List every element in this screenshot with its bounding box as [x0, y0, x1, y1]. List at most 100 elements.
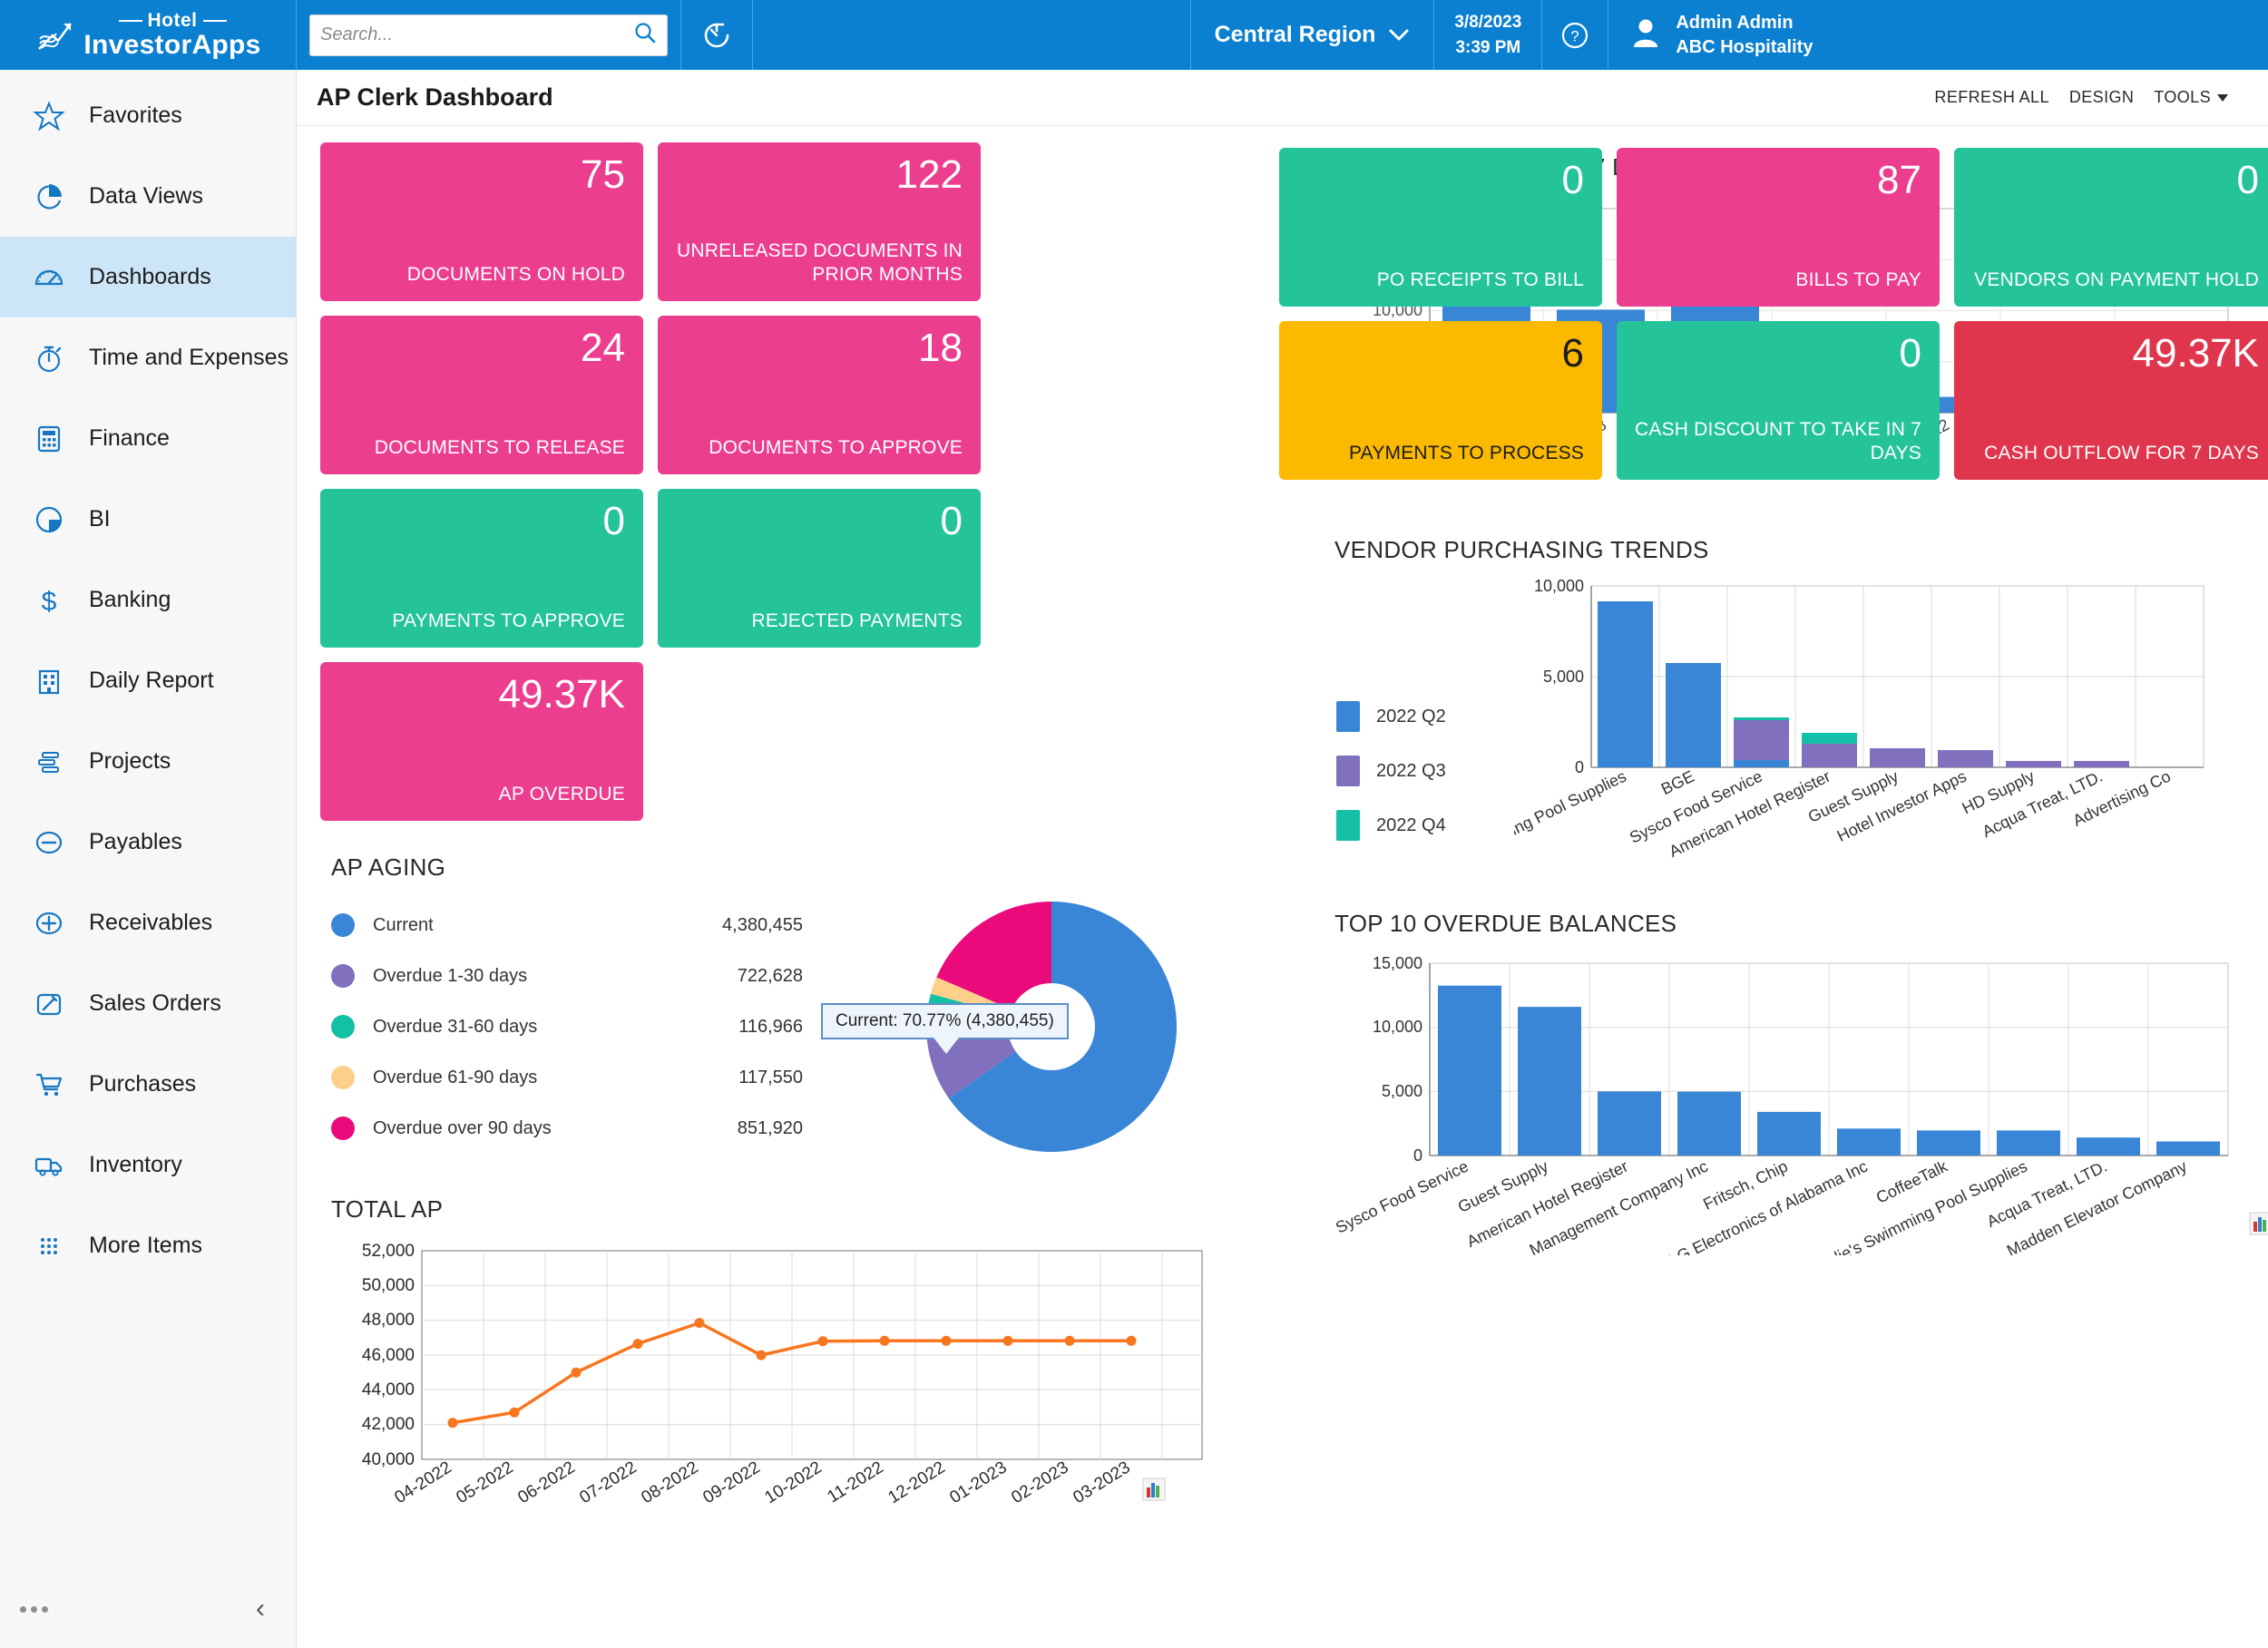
region-label: Central Region: [1214, 22, 1376, 47]
sidebar-item-more-items[interactable]: More Items: [0, 1205, 296, 1286]
legend-item[interactable]: Overdue 61-90 days 117,550: [331, 1052, 803, 1103]
sidebar-item-data-views[interactable]: Data Views: [0, 156, 296, 237]
sidebar-item-projects[interactable]: Projects: [0, 721, 296, 802]
refresh-all-button[interactable]: REFRESH ALL: [1934, 88, 2048, 107]
sidebar-footer: ‹: [0, 1570, 296, 1648]
section-title-ap-aging: AP AGING: [331, 853, 446, 881]
kpi-value: 87: [1877, 158, 1921, 202]
svg-text:10,000: 10,000: [1534, 577, 1584, 595]
vendor-trends-legend: 2022 Q2 2022 Q3 2022 Q4: [1324, 573, 1514, 853]
ap-aging-tooltip: Current: 70.77% (4,380,455): [821, 1003, 1069, 1054]
top-10-overdue-balances-chart[interactable]: 15,000 10,000 5,000 0 Sysco Food Service…: [1333, 947, 2268, 1278]
chart-type-icon[interactable]: [1142, 1475, 1166, 1502]
kpi-tile[interactable]: 49.37K CASH OUTFLOW FOR 7 DAYS: [1954, 321, 2268, 480]
vendor-trends-plot[interactable]: 10,000 5,000 0 ...ing Pool Supplies BGE …: [1495, 573, 2240, 877]
recent-history-clock-icon[interactable]: [681, 0, 752, 70]
ellipsis-icon[interactable]: [20, 1605, 48, 1613]
search-input[interactable]: [320, 24, 633, 45]
kpi-tile[interactable]: 0 REJECTED PAYMENTS: [658, 489, 981, 648]
truck-icon: [31, 1147, 67, 1184]
svg-text:0: 0: [1575, 758, 1584, 776]
kpi-tile[interactable]: 75 DOCUMENTS ON HOLD: [320, 142, 643, 301]
svg-text:...ing Pool Supplies: ...ing Pool Supplies: [1514, 767, 1629, 845]
kpi-tile[interactable]: 122 UNRELEASED DOCUMENTS IN PRIOR MONTHS: [658, 142, 981, 301]
kpi-tile[interactable]: 24 DOCUMENTS TO RELEASE: [320, 316, 643, 474]
sidebar-item-daily-report[interactable]: Daily Report: [0, 640, 296, 721]
legend-swatch-icon: [1336, 701, 1360, 732]
region-selector[interactable]: Central Region: [1191, 0, 1434, 70]
legend-swatch-icon: [1336, 810, 1360, 841]
building-icon: [31, 663, 67, 699]
sidebar-item-banking[interactable]: $ Banking: [0, 560, 296, 640]
kpi-value: 24: [581, 326, 625, 370]
kpi-tile[interactable]: 18 DOCUMENTS TO APPROVE: [658, 316, 981, 474]
tools-menu-button[interactable]: TOOLS: [2154, 88, 2228, 107]
kpi-tile-ap-overdue[interactable]: 49.37K AP OVERDUE: [320, 662, 643, 821]
ap-aging-donut[interactable]: Current: 70.77% (4,380,455): [803, 891, 1300, 1163]
design-button[interactable]: DESIGN: [2069, 88, 2134, 107]
kpi-tile[interactable]: 0 VENDORS ON PAYMENT HOLD: [1954, 148, 2268, 307]
legend-item[interactable]: Overdue 1-30 days 722,628: [331, 951, 803, 1001]
sidebar-item-label: Banking: [89, 587, 171, 612]
legend-value: 4,380,455: [722, 914, 803, 935]
user-menu[interactable]: Admin Admin ABC Hospitality: [1608, 0, 1831, 70]
svg-text:02-2023: 02-2023: [1008, 1458, 1071, 1507]
pencil-box-icon: [31, 986, 67, 1022]
sidebar-item-purchases[interactable]: Purchases: [0, 1044, 296, 1125]
legend-item[interactable]: Overdue 31-60 days 116,966: [331, 1001, 803, 1052]
sidebar-item-payables[interactable]: Payables: [0, 802, 296, 883]
svg-text:11-2022: 11-2022: [825, 1458, 887, 1507]
svg-text:15,000: 15,000: [1373, 954, 1422, 972]
kpi-label: VENDORS ON PAYMENT HOLD: [1974, 268, 2259, 290]
search-icon[interactable]: [633, 21, 657, 49]
caret-down-icon: [2217, 93, 2228, 102]
user-avatar-icon: [1630, 16, 1661, 54]
sidebar-item-time-and-expenses[interactable]: Time and Expenses: [0, 317, 296, 398]
star-icon: [31, 98, 67, 134]
kpi-value: 0: [940, 499, 963, 543]
cart-icon: [31, 1067, 67, 1103]
legend-item[interactable]: 2022 Q4: [1336, 798, 1514, 853]
kpi-value: 49.37K: [498, 672, 625, 717]
brand-logo[interactable]: Hotel InvestorApps: [0, 0, 297, 70]
ap-aging-legend: Current 4,380,455 Overdue 1-30 days 722,…: [331, 900, 803, 1154]
svg-text:50,000: 50,000: [362, 1276, 415, 1295]
dollar-icon: $: [31, 582, 67, 619]
svg-text:06-2022: 06-2022: [514, 1458, 578, 1507]
sidebar-item-favorites[interactable]: Favorites: [0, 75, 296, 156]
svg-text:03-2023: 03-2023: [1070, 1458, 1133, 1507]
sidebar-item-sales-orders[interactable]: Sales Orders: [0, 963, 296, 1044]
search-area: [297, 0, 680, 70]
left-column: 75 DOCUMENTS ON HOLD 122 UNRELEASED DOCU…: [320, 142, 1300, 1648]
legend-label: Overdue 1-30 days: [373, 965, 528, 986]
pie-slice-icon: [31, 179, 67, 215]
kpi-tile-row2-right: 6 PAYMENTS TO PROCESS 0 CASH DISCOUNT TO…: [1279, 321, 2268, 480]
chart-type-icon[interactable]: [2249, 1209, 2268, 1236]
app-root: Hotel InvestorApps Search... Central Reg…: [0, 0, 2268, 1648]
legend-item[interactable]: 2022 Q2: [1336, 689, 1514, 744]
svg-text:07-2022: 07-2022: [576, 1458, 640, 1507]
sidebar-item-bi[interactable]: BI: [0, 479, 296, 560]
sidebar-item-finance[interactable]: Finance: [0, 398, 296, 479]
total-ap-chart[interactable]: 52,000 50,000 48,000 46,000 44,000 42,00…: [331, 1233, 1300, 1536]
page-title: AP Clerk Dashboard: [317, 83, 553, 111]
kpi-tile[interactable]: 0 PO RECEIPTS TO BILL: [1279, 148, 1602, 307]
sidebar-item-receivables[interactable]: Receivables: [0, 883, 296, 963]
kpi-tile[interactable]: 0 CASH DISCOUNT TO TAKE IN 7 DAYS: [1617, 321, 1940, 480]
kpi-tile[interactable]: 6 PAYMENTS TO PROCESS: [1279, 321, 1602, 480]
chevron-left-icon[interactable]: ‹: [256, 1595, 265, 1623]
kpi-label: DOCUMENTS TO RELEASE: [374, 436, 625, 458]
legend-item[interactable]: Current 4,380,455: [331, 900, 803, 951]
sidebar-item-dashboards[interactable]: Dashboards: [0, 237, 296, 317]
kpi-tile[interactable]: 0 PAYMENTS TO APPROVE: [320, 489, 643, 648]
legend-label: Overdue 31-60 days: [373, 1016, 538, 1037]
help-circle-icon[interactable]: ?: [1542, 0, 1608, 70]
kpi-tile[interactable]: 87 BILLS TO PAY: [1617, 148, 1940, 307]
sidebar-item-inventory[interactable]: Inventory: [0, 1125, 296, 1205]
search-box[interactable]: [309, 14, 668, 56]
date-time-display: 3/8/2023 3:39 PM: [1434, 0, 1541, 70]
legend-item[interactable]: 2022 Q3: [1336, 744, 1514, 798]
legend-item[interactable]: Overdue over 90 days 851,920: [331, 1103, 803, 1154]
svg-text:5,000: 5,000: [1382, 1082, 1422, 1100]
section-title-vendor-trends: VENDOR PURCHASING TRENDS: [1334, 536, 1709, 563]
